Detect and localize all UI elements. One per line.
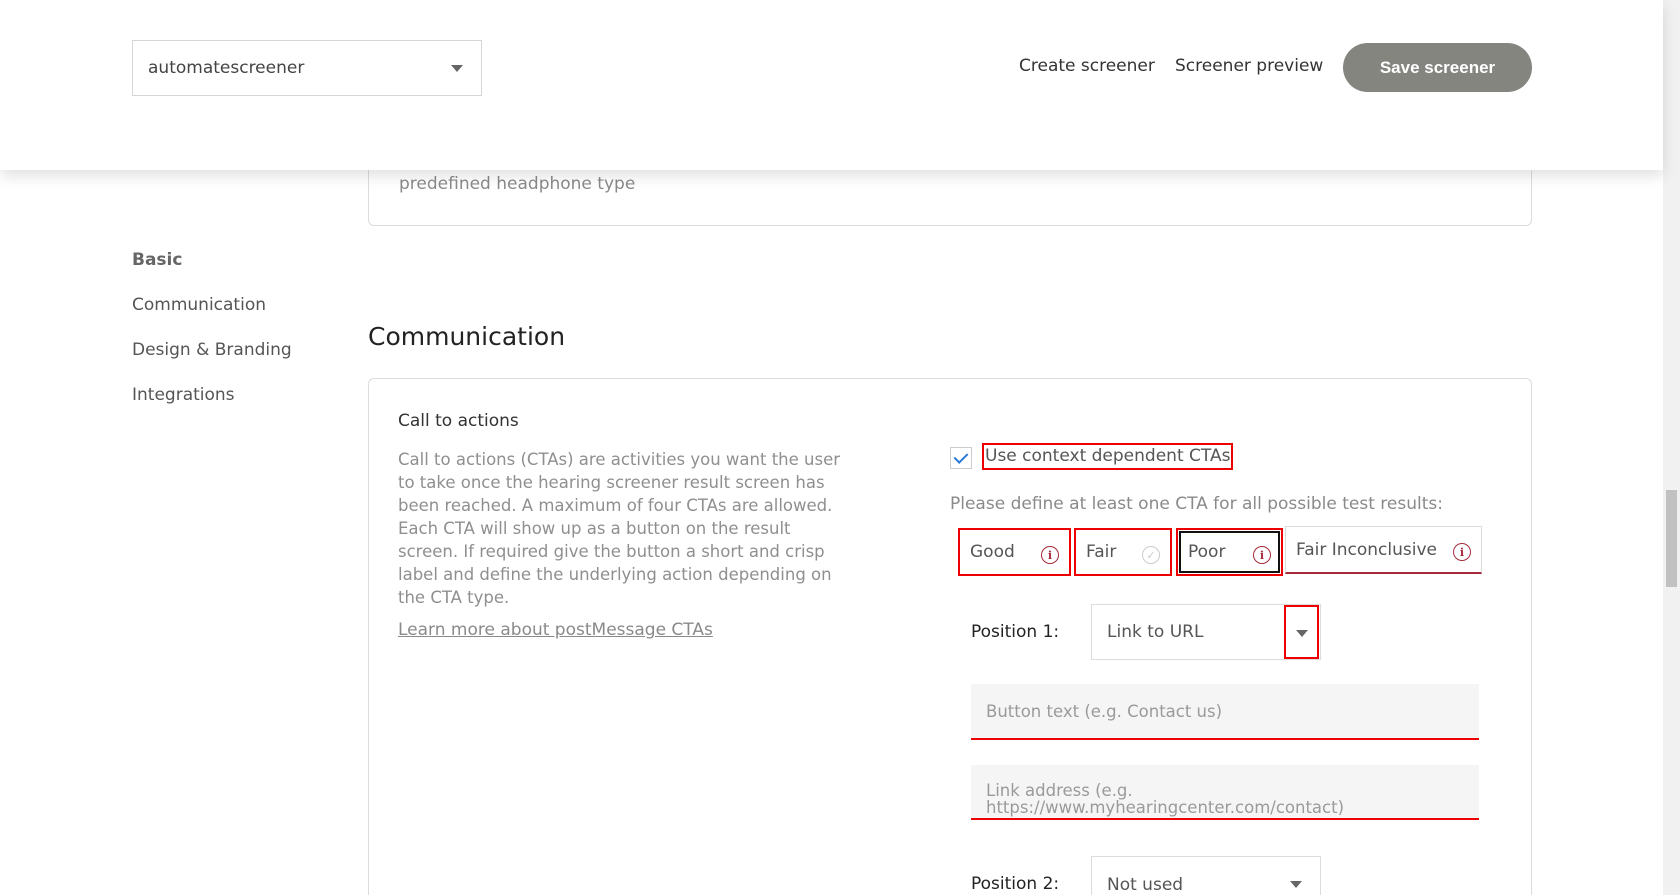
position-1-value: Link to URL bbox=[1107, 622, 1204, 642]
chevron-down-icon bbox=[1296, 630, 1308, 637]
tab-fair-label: Fair bbox=[1086, 542, 1117, 562]
button-text-placeholder: Button text (e.g. Contact us) bbox=[986, 702, 1223, 721]
tab-poor-label: Poor bbox=[1188, 542, 1226, 562]
position-2-select[interactable]: Not used bbox=[1091, 856, 1321, 895]
chevron-down-icon bbox=[451, 65, 463, 72]
cta-heading: Call to actions bbox=[398, 411, 519, 431]
top-header: automatescreener Create screener Screene… bbox=[0, 0, 1663, 170]
chevron-down-icon bbox=[1290, 881, 1302, 888]
link-placeholder-line2: https://www.myhearingcenter.com/contact) bbox=[986, 798, 1345, 817]
side-nav-design-branding[interactable]: Design & Branding bbox=[132, 340, 292, 385]
screener-preview-link[interactable]: Screener preview bbox=[1175, 56, 1323, 76]
tab-fair-inconclusive-label: Fair Inconclusive bbox=[1296, 539, 1438, 560]
screener-select-value: automatescreener bbox=[148, 58, 305, 78]
side-nav: Basic Communication Design & Branding In… bbox=[132, 250, 292, 430]
side-nav-integrations[interactable]: Integrations bbox=[132, 385, 292, 430]
side-nav-basic[interactable]: Basic bbox=[132, 250, 292, 295]
create-screener-link[interactable]: Create screener bbox=[1019, 56, 1155, 76]
info-icon: i bbox=[1253, 546, 1271, 564]
info-icon: i bbox=[1453, 543, 1471, 561]
button-text-input[interactable]: Button text (e.g. Contact us) bbox=[971, 684, 1479, 740]
position-1-dropdown-toggle[interactable] bbox=[1284, 605, 1319, 659]
position-2-value: Not used bbox=[1107, 875, 1184, 895]
position-2-label: Position 2: bbox=[971, 874, 1060, 894]
info-icon: i bbox=[1041, 546, 1059, 564]
tab-good-label: Good bbox=[970, 542, 1015, 562]
scrollbar-thumb[interactable] bbox=[1666, 490, 1677, 587]
section-title: Communication bbox=[368, 322, 566, 351]
link-address-input[interactable]: Link address (e.g. https://www.myhearing… bbox=[971, 765, 1479, 820]
tab-fair[interactable]: Fair ✓ bbox=[1074, 528, 1172, 576]
define-cta-text: Please define at least one CTA for all p… bbox=[950, 494, 1443, 514]
tab-poor[interactable]: Poor i bbox=[1176, 528, 1283, 576]
context-cta-label[interactable]: Use context dependent CTAs bbox=[982, 443, 1234, 470]
headphone-type-text: predefined headphone type bbox=[399, 174, 636, 194]
side-nav-communication[interactable]: Communication bbox=[132, 295, 292, 340]
link-placeholder-line1: Link address (e.g. bbox=[986, 781, 1133, 800]
context-cta-checkbox[interactable] bbox=[950, 447, 972, 469]
screener-select[interactable]: automatescreener bbox=[132, 40, 482, 96]
cta-description: Call to actions (CTAs) are activities yo… bbox=[398, 450, 841, 607]
page-scrollbar[interactable] bbox=[1663, 0, 1680, 895]
tab-good[interactable]: Good i bbox=[958, 528, 1071, 576]
position-1-label: Position 1: bbox=[971, 622, 1060, 642]
tab-fair-inconclusive[interactable]: Fair Inconclusive i bbox=[1285, 526, 1482, 574]
learn-more-link[interactable]: Learn more about postMessage CTAs bbox=[398, 620, 713, 640]
save-screener-button[interactable]: Save screener bbox=[1343, 43, 1532, 92]
check-icon: ✓ bbox=[1142, 546, 1160, 564]
